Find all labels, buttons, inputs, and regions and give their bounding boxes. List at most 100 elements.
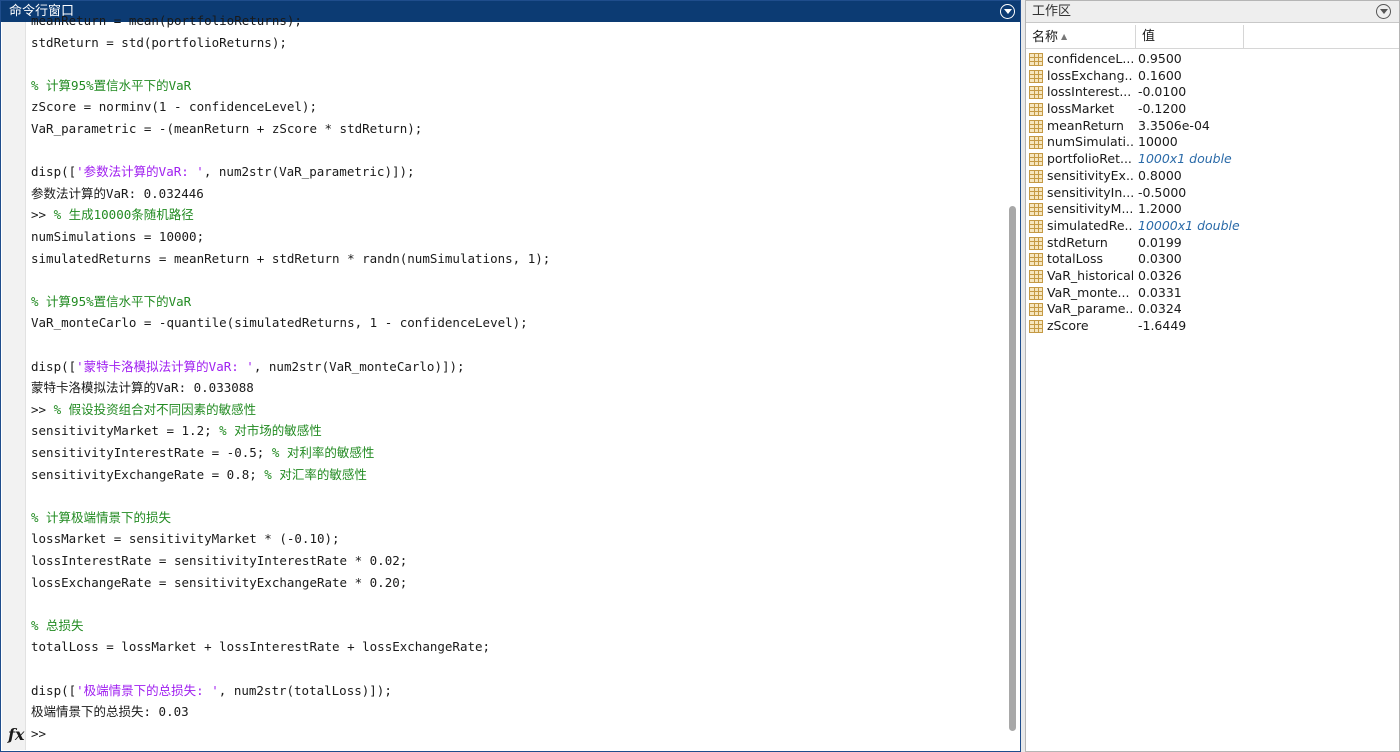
command-line: % 计算95%置信水平下的VaR [31, 75, 191, 97]
variable-name: portfolioRet... [1047, 151, 1132, 167]
variable-value: 0.0331 [1138, 284, 1182, 300]
command-line: lossInterestRate = sensitivityInterestRa… [31, 550, 407, 572]
workspace-variable-list: confidenceL... 0.9500 lossExchang... 0.1600… [1026, 51, 1399, 335]
code-text: sensitivityInterestRate = -0.5; [31, 445, 272, 460]
command-window-menu-button[interactable] [1000, 4, 1015, 19]
code-string: '参数法计算的VaR: ' [76, 164, 204, 180]
command-line: disp(['蒙特卡洛模拟法计算的VaR: ', num2str(VaR_mon… [31, 356, 465, 378]
workspace-variable-row[interactable]: portfolioRet... 1000x1 double [1026, 151, 1399, 168]
code-text: zScore = norminv(1 - confidenceLevel); [31, 99, 317, 115]
code-text: , num2str(VaR_parametric)]); [203, 164, 415, 180]
variable-value: 10000x1 double [1138, 217, 1240, 233]
fx-icon[interactable]: fx [8, 725, 24, 744]
workspace-variable-row[interactable]: zScore -1.6449 [1026, 318, 1399, 335]
command-line: % 计算95%置信水平下的VaR [31, 291, 191, 313]
variable-matrix-icon [1029, 169, 1043, 183]
variable-value: 1.2000 [1138, 201, 1182, 217]
code-text: lossInterestRate = sensitivityInterestRa… [31, 553, 408, 568]
code-comment: % 计算95%置信水平下的VaR [31, 293, 192, 309]
variable-matrix-icon [1029, 303, 1043, 317]
code-text: numSimulations = 10000; [31, 229, 205, 244]
workspace-variable-row[interactable]: simulatedRe... 10000x1 double [1026, 218, 1399, 235]
code-text: , num2str(totalLoss)]); [218, 682, 392, 698]
command-line: meanReturn = mean(portfolioReturns); [31, 10, 302, 32]
variable-name: stdReturn [1047, 234, 1108, 250]
command-line: disp(['参数法计算的VaR: ', num2str(VaR_paramet… [31, 161, 415, 183]
code-text: disp([ [31, 682, 77, 698]
workspace-variable-row[interactable]: totalLoss 0.0300 [1026, 251, 1399, 268]
code-text: stdReturn = std(portfolioReturns); [31, 34, 287, 50]
workspace-variable-row[interactable]: confidenceL... 0.9500 [1026, 51, 1399, 68]
variable-value: -0.1200 [1138, 101, 1187, 117]
command-line: >> [31, 723, 46, 745]
variable-name: lossExchang... [1047, 67, 1133, 83]
workspace-variable-row[interactable]: VaR_monte... 0.0331 [1026, 285, 1399, 302]
workspace-table-header: 名称 ▲ 值 [1026, 25, 1399, 49]
variable-matrix-icon [1029, 119, 1043, 133]
command-line: % 总损失 [31, 615, 84, 637]
workspace-title: 工作区 [1032, 4, 1072, 19]
workspace-variable-row[interactable]: numSimulati... 10000 [1026, 134, 1399, 151]
workspace-variable-row[interactable]: stdReturn 0.0199 [1026, 235, 1399, 252]
code-text: VaR_parametric = -(meanReturn + zScore *… [31, 121, 423, 136]
variable-matrix-icon [1029, 320, 1043, 333]
variable-value: -0.0100 [1138, 84, 1187, 100]
code-text: 蒙特卡洛模拟法计算的VaR: 0.033088 [31, 380, 254, 396]
workspace-titlebar: 工作区 [1026, 1, 1399, 23]
code-comment: % 假设投资组合对不同因素的敏感性 [53, 401, 257, 417]
variable-value: 0.8000 [1138, 167, 1182, 183]
workspace-panel: 工作区 名称 ▲ 值 confidenceL... 0.9500 lossExchan… [1025, 0, 1400, 752]
variable-matrix-icon [1029, 86, 1043, 100]
workspace-variable-row[interactable]: lossInterest... -0.0100 [1026, 84, 1399, 101]
workspace-menu-button[interactable] [1376, 4, 1391, 19]
command-window-content[interactable]: meanReturn = mean(portfolioReturns); stdR… [31, 13, 1000, 751]
code-text: lossMarket = sensitivityMarket * (-0.10)… [31, 531, 340, 547]
command-line: >> % 生成10000条随机路径 [31, 204, 194, 226]
variable-value: -1.6449 [1138, 318, 1187, 333]
variable-matrix-icon [1029, 136, 1043, 150]
workspace-variable-row[interactable]: sensitivityM... 1.2000 [1026, 201, 1399, 218]
code-text: simulatedReturns = meanReturn + stdRetur… [31, 250, 551, 266]
command-line: lossMarket = sensitivityMarket * (-0.10)… [31, 528, 340, 550]
variable-name: confidenceL... [1047, 51, 1133, 66]
column-header-name[interactable]: 名称 ▲ [1026, 25, 1136, 49]
code-string: '极端情景下的总损失: ' [76, 682, 219, 698]
variable-value: 1000x1 double [1138, 151, 1232, 167]
command-line: 极端情景下的总损失: 0.03 [31, 701, 189, 723]
variable-matrix-icon [1029, 253, 1043, 267]
command-window-scrollbar[interactable] [1009, 206, 1016, 731]
command-line: simulatedReturns = meanReturn + stdRetur… [31, 248, 550, 270]
workspace-variable-row[interactable]: sensitivityIn... -0.5000 [1026, 185, 1399, 202]
workspace-variable-row[interactable]: lossExchang... 0.1600 [1026, 68, 1399, 85]
command-line: sensitivityExchangeRate = 0.8; % 对汇率的敏感性 [31, 464, 367, 486]
variable-value: -0.5000 [1138, 184, 1187, 200]
variable-name: totalLoss [1047, 251, 1103, 267]
command-line: VaR_monteCarlo = -quantile(simulatedRetu… [31, 312, 528, 334]
workspace-variable-row[interactable]: VaR_parame... 0.0324 [1026, 301, 1399, 318]
column-header-value[interactable]: 值 [1136, 25, 1244, 49]
workspace-variable-row[interactable]: meanReturn 3.3506e-04 [1026, 118, 1399, 135]
code-comment: % 计算95%置信水平下的VaR [31, 77, 192, 93]
command-line: sensitivityInterestRate = -0.5; % 对利率的敏感… [31, 442, 374, 464]
workspace-variable-row[interactable]: VaR_historical 0.0326 [1026, 268, 1399, 285]
code-text: 参数法计算的VaR: 0.032446 [31, 185, 204, 201]
variable-matrix-icon [1029, 269, 1043, 283]
code-text: VaR_monteCarlo = -quantile(simulatedRetu… [31, 315, 528, 331]
command-line: numSimulations = 10000; [31, 226, 204, 248]
workspace-variable-row[interactable]: sensitivityEx... 0.8000 [1026, 168, 1399, 185]
variable-value: 3.3506e-04 [1138, 117, 1210, 133]
code-text: meanReturn = mean(portfolioReturns); [31, 13, 302, 28]
command-line: disp(['极端情景下的总损失: ', num2str(totalLoss)]… [31, 680, 392, 702]
code-text: disp([ [31, 164, 77, 180]
code-text: >> [31, 401, 54, 417]
workspace-variable-row[interactable]: lossMarket -0.1200 [1026, 101, 1399, 118]
code-text: sensitivityMarket = 1.2; [31, 423, 220, 439]
code-comment: % 生成10000条随机路径 [53, 207, 194, 223]
code-text: sensitivityExchangeRate = 0.8; [31, 466, 265, 482]
command-line: zScore = norminv(1 - confidenceLevel); [31, 96, 317, 118]
variable-name: sensitivityIn... [1047, 184, 1133, 200]
command-window-panel: 命令行窗口 meanReturn = mean(portfolioReturns… [0, 0, 1021, 752]
variable-name: simulatedRe... [1047, 217, 1133, 233]
variable-value: 0.0199 [1138, 234, 1182, 250]
sort-ascending-icon: ▲ [1061, 32, 1068, 41]
